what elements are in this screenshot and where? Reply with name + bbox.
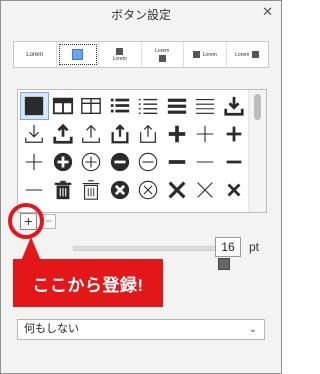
table-header-icon[interactable] <box>49 92 78 120</box>
arrow-partial-icon[interactable] <box>77 204 106 212</box>
style-icon-only[interactable] <box>57 42 99 67</box>
download-tray-icon[interactable] <box>220 92 249 120</box>
arrow-partial-icon[interactable] <box>134 204 163 212</box>
icon-grid <box>20 92 249 212</box>
trash-outline-icon[interactable] <box>77 176 106 204</box>
x-bold-icon[interactable] <box>163 176 192 204</box>
style-text-left-icon[interactable]: Lorem <box>227 42 269 67</box>
x-circle-filled-icon[interactable] <box>106 176 135 204</box>
square-icon <box>192 51 200 58</box>
share-filled-icon[interactable] <box>106 120 135 148</box>
chevron-down-icon: ⌄ <box>248 324 257 335</box>
icon-picker <box>17 89 267 213</box>
action-select[interactable]: 何もしない ⌄ <box>17 319 265 340</box>
thin-lines-icon[interactable] <box>191 92 220 120</box>
style-text-only[interactable]: Lorem <box>14 42 57 67</box>
table-icon[interactable] <box>77 92 106 120</box>
dialog-title: ボタン設定 <box>110 8 171 22</box>
button-style-selector: Lorem Lorem Lorem Lorem Lorem <box>13 41 269 68</box>
plus-medium-icon[interactable] <box>220 120 249 148</box>
size-unit-label: pt <box>249 240 260 254</box>
style-label: Lorem <box>26 51 44 58</box>
x-medium-icon[interactable] <box>220 176 249 204</box>
scroll-thumb[interactable] <box>254 94 261 120</box>
arrow-partial-icon[interactable] <box>49 204 78 212</box>
trash-filled-icon[interactable] <box>49 176 78 204</box>
register-callout: ここから登録! <box>13 259 163 307</box>
style-icon-over-text[interactable]: Lorem <box>99 42 142 67</box>
style-label: Lorem <box>112 55 127 62</box>
close-icon[interactable]: ✕ <box>262 4 273 20</box>
upload-tray-icon[interactable] <box>49 120 78 148</box>
size-input[interactable]: 16 <box>215 237 241 257</box>
square-icon <box>71 49 83 60</box>
button-settings-dialog: ボタン設定 ✕ Lorem Lorem Lorem Lorem Lorem + … <box>0 0 282 374</box>
minus-thin-icon[interactable] <box>191 148 220 176</box>
arrow-down-tray-icon[interactable] <box>20 120 49 148</box>
minus-circle-filled-icon[interactable] <box>106 148 135 176</box>
plus-bold-icon[interactable] <box>163 120 192 148</box>
style-icon-left-text[interactable]: Lorem <box>184 42 227 67</box>
action-select-value: 何もしない <box>24 323 79 335</box>
dashed-list-icon[interactable] <box>134 92 163 120</box>
arrow-partial-icon[interactable] <box>106 204 135 212</box>
callout-pointer <box>21 237 41 261</box>
minus-thin-icon[interactable] <box>20 176 49 204</box>
minus-bold-icon[interactable] <box>163 148 192 176</box>
arrow-partial-icon[interactable] <box>220 204 249 212</box>
style-text-over-icon[interactable]: Lorem <box>142 42 184 67</box>
share-outline-icon[interactable] <box>134 120 163 148</box>
plus-circle-filled-icon[interactable] <box>49 148 78 176</box>
thick-lines-icon[interactable] <box>163 92 192 120</box>
filled-square-icon[interactable] <box>20 92 49 120</box>
style-label: Lorem <box>235 51 250 58</box>
plus-thin-icon[interactable] <box>191 120 220 148</box>
highlight-circle <box>8 203 44 239</box>
minus-circle-outline-icon[interactable] <box>134 148 163 176</box>
square-icon <box>252 51 260 58</box>
square-icon <box>158 54 166 62</box>
bullet-list-icon[interactable] <box>106 92 135 120</box>
square-icon <box>116 47 124 55</box>
arrow-partial-icon[interactable] <box>191 204 220 212</box>
style-label: Lorem <box>202 51 217 58</box>
plus-thin-icon[interactable] <box>20 148 49 176</box>
style-label: Lorem <box>155 47 170 54</box>
arrow-partial-icon[interactable] <box>163 204 192 212</box>
preview-square-icon <box>218 258 230 270</box>
size-slider[interactable] <box>73 246 227 251</box>
icon-picker-scrollbar[interactable] <box>248 90 266 212</box>
plus-circle-outline-icon[interactable] <box>77 148 106 176</box>
arrow-up-tray-icon[interactable] <box>77 120 106 148</box>
x-circle-outline-icon[interactable] <box>134 176 163 204</box>
x-thin-icon[interactable] <box>191 176 220 204</box>
minus-medium-icon[interactable] <box>220 148 249 176</box>
